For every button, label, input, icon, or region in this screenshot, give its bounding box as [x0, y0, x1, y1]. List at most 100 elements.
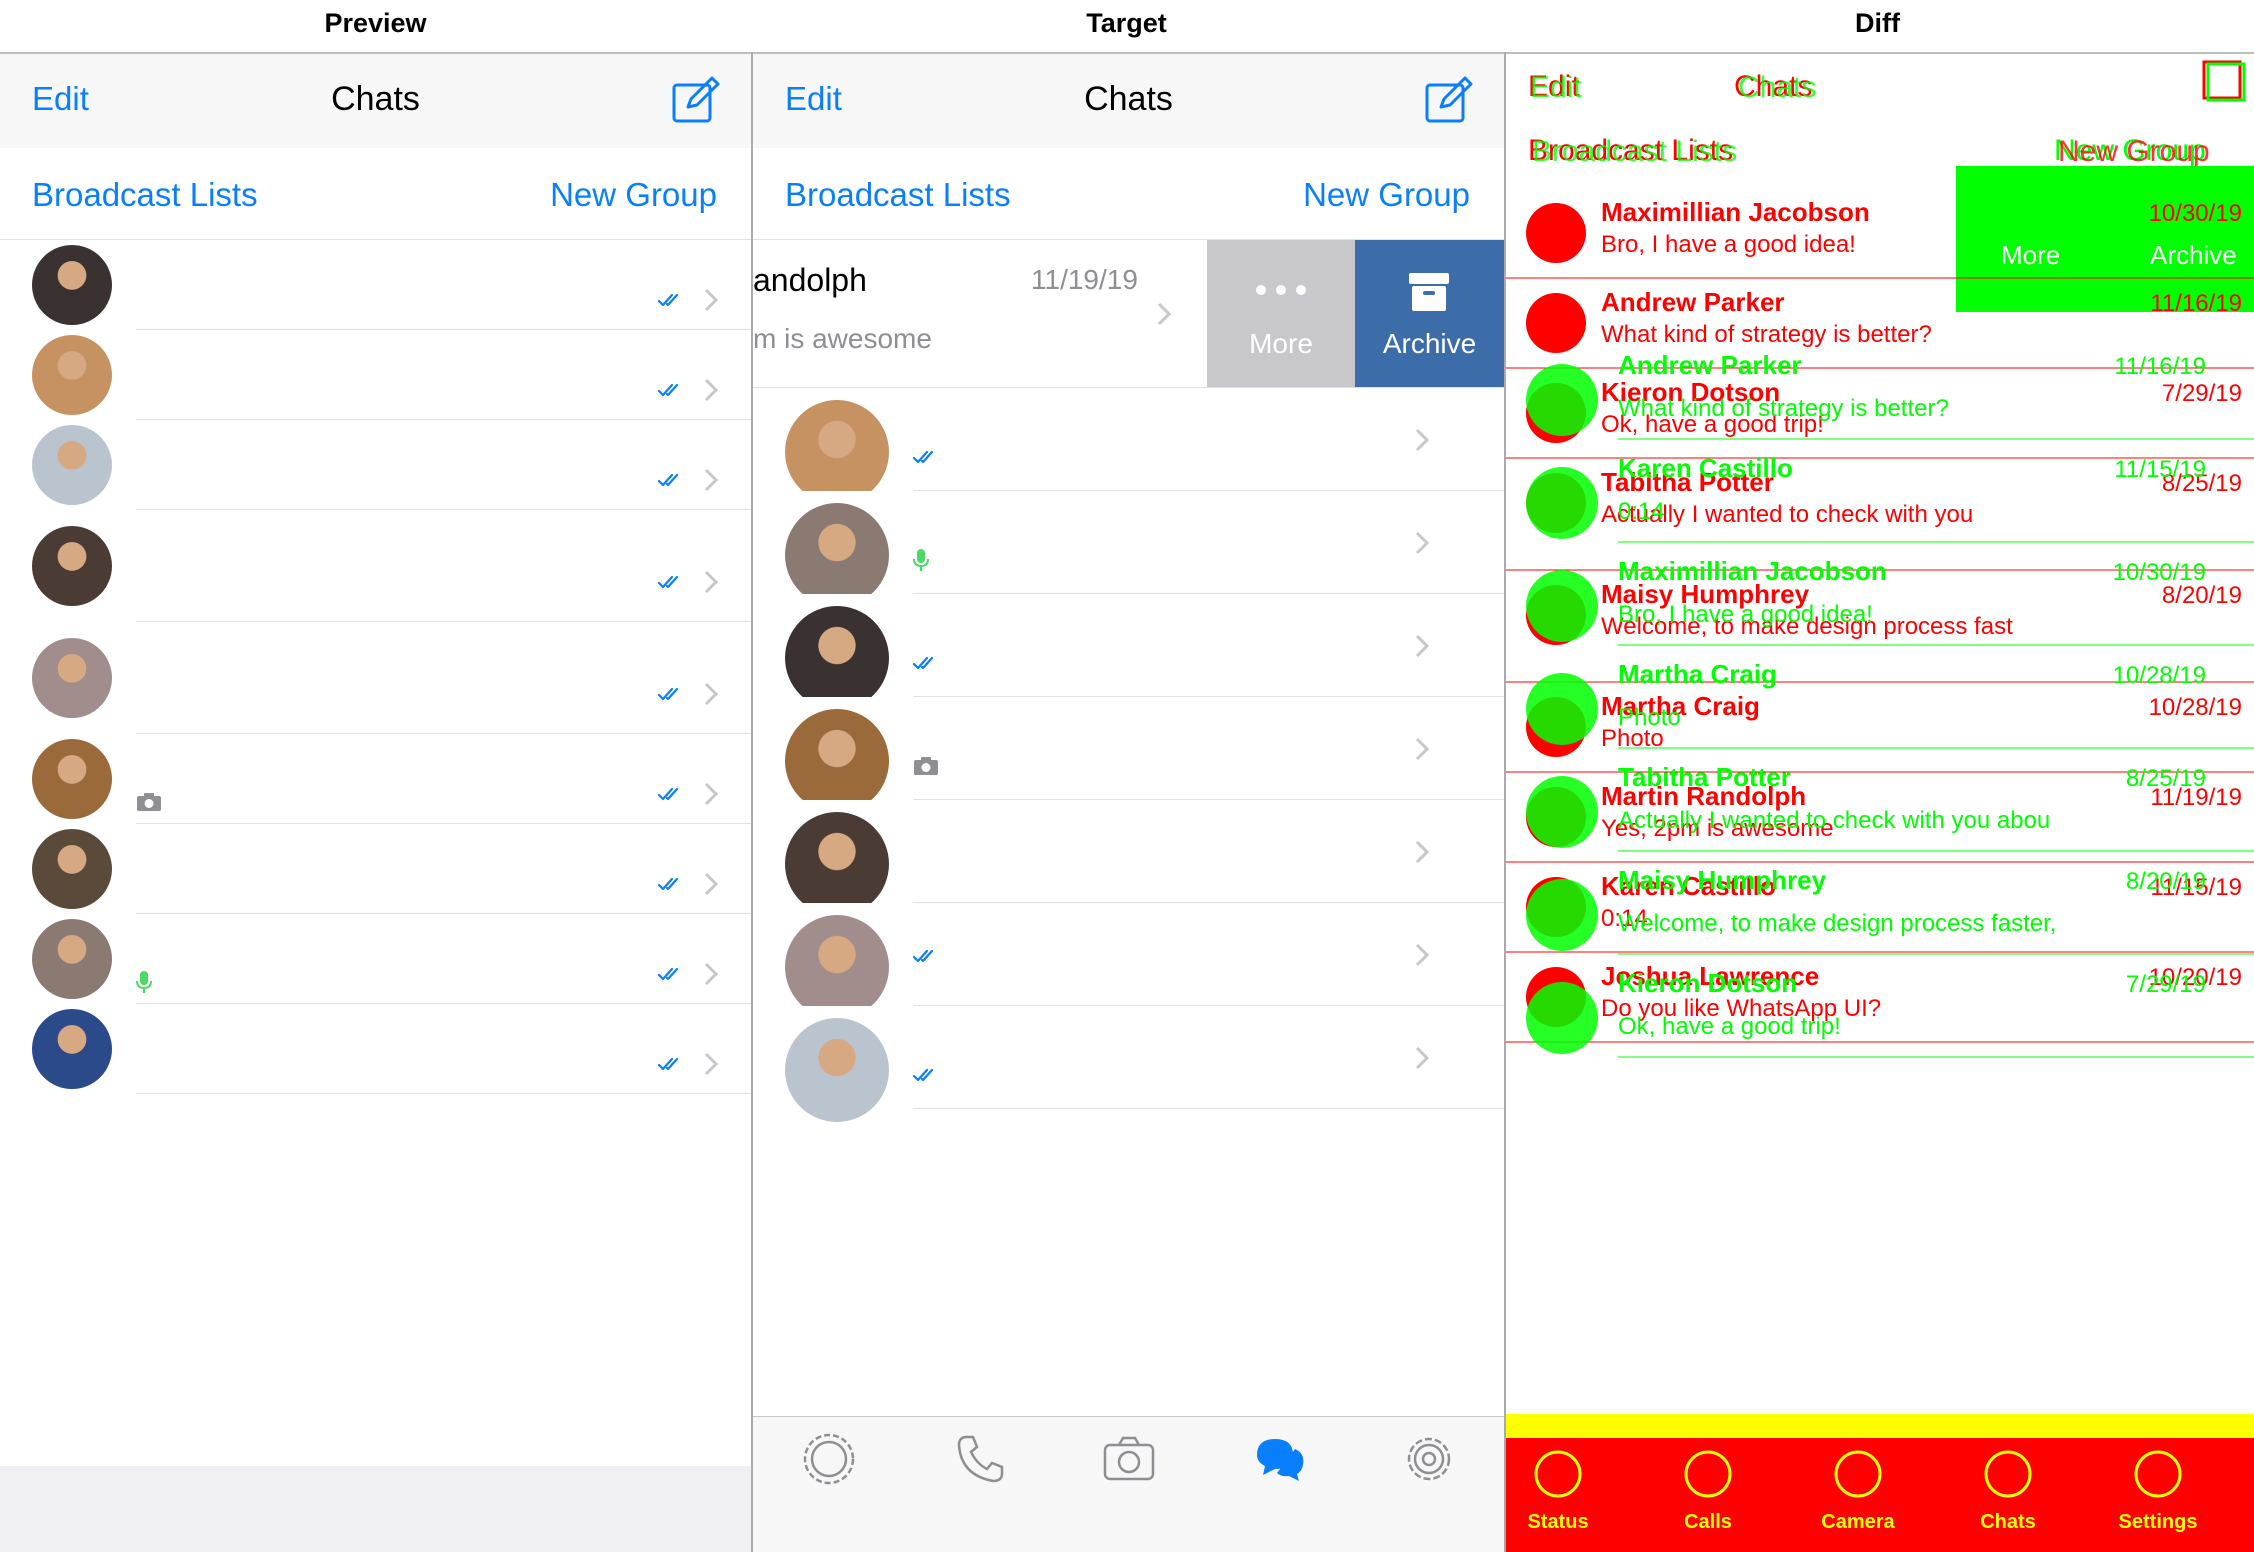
diff-name: Maximillian Jacobson — [1601, 197, 1870, 227]
avatar — [32, 245, 112, 325]
diff-avatar — [1526, 982, 1598, 1054]
diff-panel: Edit Edit Chats Chats Broadcast Lists Broadca… — [1506, 52, 2254, 1552]
page-title: Chats — [1084, 80, 1173, 118]
tab-status[interactable] — [754, 1417, 904, 1552]
target-label: Target — [1086, 8, 1167, 38]
chat-row[interactable] — [753, 1006, 1504, 1122]
read-receipt-icon — [658, 383, 679, 397]
row-separator — [136, 1093, 751, 1094]
avatar — [32, 638, 112, 718]
diff-tabbar-overlap — [1506, 1414, 2254, 1438]
diff-broadcast: Broadcast Lists — [1532, 135, 1737, 168]
diff-new-group: New Group — [2058, 135, 2210, 168]
chat-row[interactable] — [0, 240, 751, 330]
chevron-right-icon — [704, 378, 718, 402]
chats-icon — [1257, 1439, 1304, 1481]
avatar — [785, 709, 889, 813]
chat-message — [136, 963, 656, 998]
diff-overlay: EditEdit ChatsChatsBroadcast ListsBroadca… — [1506, 60, 2254, 1552]
diff-date: 8/20/19 — [2162, 582, 2242, 609]
chevron-right-icon — [1415, 634, 1429, 658]
tab-chats[interactable] — [1204, 1417, 1354, 1552]
compose-icon[interactable] — [671, 76, 721, 124]
chat-row[interactable] — [0, 824, 751, 914]
chevron-right-icon — [704, 962, 718, 986]
chat-row[interactable] — [753, 491, 1504, 607]
archive-icon — [1409, 273, 1449, 311]
more-dots-icon — [1256, 285, 1306, 295]
diff-title: Chats — [1738, 71, 1816, 104]
chevron-right-icon — [704, 872, 718, 896]
chat-row[interactable] — [0, 734, 751, 824]
chat-message — [136, 783, 656, 818]
avatar — [32, 829, 112, 909]
diff-message: Photo — [1618, 704, 1681, 731]
read-receipt-icon — [913, 1068, 934, 1081]
more-action-button[interactable]: More — [1207, 240, 1355, 388]
list-footer — [0, 1466, 751, 1552]
diff-label: Diff — [1855, 8, 1900, 38]
chat-row[interactable] — [0, 622, 751, 734]
diff-message: 0:14 — [1618, 498, 1665, 525]
camera-icon — [914, 756, 938, 775]
navbar: Edit Chats — [753, 54, 1504, 148]
chevron-right-icon — [1415, 737, 1429, 761]
diff-name: Andrew Parker — [1618, 350, 1802, 380]
diff-message: What kind of strategy is better? — [1618, 395, 1949, 422]
new-group-link[interactable]: New Group — [1303, 176, 1470, 214]
diff-name: Maisy Humphrey — [1618, 865, 1827, 895]
microphone-icon — [913, 548, 929, 571]
tab-settings[interactable] — [1354, 1417, 1504, 1552]
chat-row[interactable] — [753, 903, 1504, 1019]
read-receipt-icon — [658, 293, 679, 307]
compose-icon[interactable] — [1424, 76, 1474, 124]
chat-row[interactable] — [0, 420, 751, 510]
read-receipt-icon — [658, 787, 679, 801]
row-separator — [913, 1108, 1504, 1109]
broadcast-lists-link[interactable]: Broadcast Lists — [785, 176, 1011, 214]
chevron-right-icon — [704, 570, 718, 594]
list-actions-bar: Broadcast Lists New Group — [753, 148, 1504, 240]
read-receipt-icon — [913, 949, 934, 962]
read-receipt-icon — [658, 473, 679, 487]
diff-date: 7/29/19 — [2162, 380, 2242, 407]
avatar — [32, 919, 112, 999]
chat-row[interactable] — [753, 388, 1504, 504]
chat-row[interactable] — [0, 330, 751, 420]
broadcast-lists-link[interactable]: Broadcast Lists — [32, 176, 258, 214]
diff-date: 8/25/19 — [2126, 765, 2206, 792]
diff-avatar — [1526, 879, 1598, 951]
new-group-link[interactable]: New Group — [550, 176, 717, 214]
chat-message — [913, 743, 1433, 784]
chat-message — [913, 1052, 1433, 1093]
diff-avatar — [1526, 467, 1598, 539]
chat-row[interactable] — [753, 697, 1504, 813]
chevron-right-icon — [1415, 531, 1429, 555]
column-labels: Preview Target Diff — [0, 0, 2254, 52]
read-receipt-icon — [658, 1057, 679, 1071]
tab-calls[interactable] — [904, 1417, 1054, 1552]
chevron-right-icon — [704, 288, 718, 312]
diff-date: 10/28/19 — [2149, 694, 2242, 721]
preview-panel: Edit Chats Broadcast Lists New Group — [0, 52, 751, 1552]
tab-bar — [753, 1416, 1504, 1552]
tab-camera[interactable] — [1054, 1417, 1204, 1552]
diff-avatar — [1526, 203, 1586, 263]
avatar — [32, 425, 112, 505]
chat-row[interactable] — [753, 800, 1504, 916]
archive-action-button[interactable]: Archive — [1355, 240, 1504, 388]
diff-name: Kieron Dotson — [1618, 968, 1797, 998]
chat-row[interactable] — [0, 914, 751, 1004]
avatar — [785, 915, 889, 1019]
chat-row[interactable] — [0, 1004, 751, 1094]
read-receipt-icon — [658, 967, 679, 981]
diff-message: Ok, have a good trip! — [1618, 1013, 1841, 1040]
swiped-chat-row[interactable]: andolph 11/19/19 m is awesome More Archi… — [753, 240, 1504, 388]
diff-date: 10/30/19 — [2149, 200, 2242, 227]
chevron-right-icon — [704, 682, 718, 706]
chat-row[interactable] — [753, 594, 1504, 710]
microphone-icon — [136, 970, 152, 993]
diff-tab-label: Status — [1527, 1511, 1588, 1533]
chat-row[interactable] — [0, 510, 751, 622]
avatar — [785, 606, 889, 710]
